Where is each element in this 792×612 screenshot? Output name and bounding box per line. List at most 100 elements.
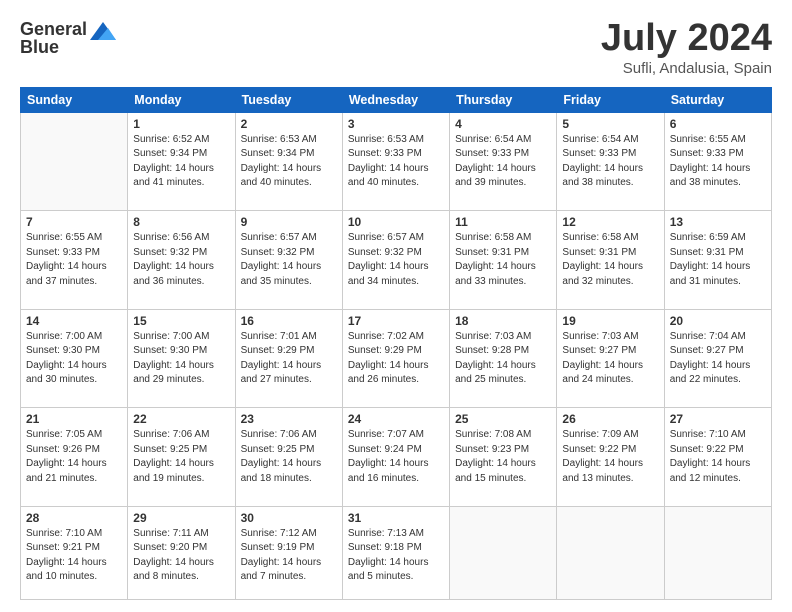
cell-content: Sunrise: 7:05 AM Sunset: 9:26 PM Dayligh…	[26, 428, 122, 486]
page: General Blue July 2024 Sufli, Andalusia,…	[0, 0, 792, 612]
calendar-cell: 5 Sunrise: 6:54 AM Sunset: 9:33 PM Daylig…	[557, 112, 664, 211]
calendar-cell: 25 Sunrise: 7:08 AM Sunset: 9:23 PM Dayli…	[450, 408, 557, 507]
day-number: 15	[133, 314, 229, 328]
calendar-cell: 4 Sunrise: 6:54 AM Sunset: 9:33 PM Daylig…	[450, 112, 557, 211]
cell-content: Sunrise: 7:09 AM Sunset: 9:22 PM Dayligh…	[562, 428, 658, 486]
cell-content: Sunrise: 7:01 AM Sunset: 9:29 PM Dayligh…	[241, 330, 337, 388]
calendar-cell: 13 Sunrise: 6:59 AM Sunset: 9:31 PM Dayli…	[664, 211, 771, 310]
calendar-cell	[557, 506, 664, 599]
calendar-cell	[450, 506, 557, 599]
day-number: 10	[348, 215, 444, 229]
calendar-cell: 28 Sunrise: 7:10 AM Sunset: 9:21 PM Dayli…	[21, 506, 128, 599]
cell-content: Sunrise: 6:53 AM Sunset: 9:33 PM Dayligh…	[348, 133, 444, 191]
day-number: 20	[670, 314, 766, 328]
cell-content: Sunrise: 7:00 AM Sunset: 9:30 PM Dayligh…	[133, 330, 229, 388]
cell-content: Sunrise: 7:10 AM Sunset: 9:21 PM Dayligh…	[26, 527, 122, 585]
calendar-table: Sunday Monday Tuesday Wednesday Thursday…	[20, 87, 772, 600]
calendar-cell: 1 Sunrise: 6:52 AM Sunset: 9:34 PM Daylig…	[128, 112, 235, 211]
cell-content: Sunrise: 6:58 AM Sunset: 9:31 PM Dayligh…	[455, 231, 551, 289]
day-number: 24	[348, 412, 444, 426]
calendar-week-row: 14 Sunrise: 7:00 AM Sunset: 9:30 PM Dayli…	[21, 309, 772, 408]
calendar-cell: 6 Sunrise: 6:55 AM Sunset: 9:33 PM Daylig…	[664, 112, 771, 211]
header-thursday: Thursday	[450, 87, 557, 112]
calendar-cell: 18Sunrise: 7:03 AM Sunset: 9:28 PM Dayli…	[450, 309, 557, 408]
header-sunday: Sunday	[21, 87, 128, 112]
cell-content: Sunrise: 7:04 AM Sunset: 9:27 PM Dayligh…	[670, 330, 766, 388]
logo-icon	[90, 20, 116, 42]
calendar-week-row: 28 Sunrise: 7:10 AM Sunset: 9:21 PM Dayli…	[21, 506, 772, 599]
calendar-cell: 9Sunrise: 6:57 AM Sunset: 9:32 PM Daylig…	[235, 211, 342, 310]
calendar-cell: 3 Sunrise: 6:53 AM Sunset: 9:33 PM Daylig…	[342, 112, 449, 211]
day-number: 6	[670, 117, 766, 131]
day-number: 17	[348, 314, 444, 328]
cell-content: Sunrise: 6:53 AM Sunset: 9:34 PM Dayligh…	[241, 133, 337, 191]
day-number: 28	[26, 511, 122, 525]
cell-content: Sunrise: 7:03 AM Sunset: 9:28 PM Dayligh…	[455, 330, 551, 388]
title-block: July 2024 Sufli, Andalusia, Spain	[601, 18, 772, 77]
calendar-cell: 27 Sunrise: 7:10 AM Sunset: 9:22 PM Dayli…	[664, 408, 771, 507]
calendar-week-row: 7 Sunrise: 6:55 AM Sunset: 9:33 PM Daylig…	[21, 211, 772, 310]
day-number: 11	[455, 215, 551, 229]
cell-content: Sunrise: 6:54 AM Sunset: 9:33 PM Dayligh…	[455, 133, 551, 191]
cell-content: Sunrise: 7:06 AM Sunset: 9:25 PM Dayligh…	[241, 428, 337, 486]
cell-content: Sunrise: 7:07 AM Sunset: 9:24 PM Dayligh…	[348, 428, 444, 486]
day-number: 19	[562, 314, 658, 328]
day-number: 2	[241, 117, 337, 131]
day-number: 13	[670, 215, 766, 229]
day-number: 4	[455, 117, 551, 131]
cell-content: Sunrise: 7:03 AM Sunset: 9:27 PM Dayligh…	[562, 330, 658, 388]
day-number: 27	[670, 412, 766, 426]
calendar-cell: 22Sunrise: 7:06 AM Sunset: 9:25 PM Dayli…	[128, 408, 235, 507]
day-number: 3	[348, 117, 444, 131]
calendar-cell	[664, 506, 771, 599]
day-number: 5	[562, 117, 658, 131]
calendar-week-row: 1 Sunrise: 6:52 AM Sunset: 9:34 PM Daylig…	[21, 112, 772, 211]
day-number: 30	[241, 511, 337, 525]
day-number: 25	[455, 412, 551, 426]
day-number: 21	[26, 412, 122, 426]
day-number: 16	[241, 314, 337, 328]
cell-content: Sunrise: 7:02 AM Sunset: 9:29 PM Dayligh…	[348, 330, 444, 388]
day-number: 7	[26, 215, 122, 229]
calendar-cell: 19 Sunrise: 7:03 AM Sunset: 9:27 PM Dayli…	[557, 309, 664, 408]
calendar-cell: 29 Sunrise: 7:11 AM Sunset: 9:20 PM Dayli…	[128, 506, 235, 599]
calendar-cell: 8Sunrise: 6:56 AM Sunset: 9:32 PM Daylig…	[128, 211, 235, 310]
cell-content: Sunrise: 7:08 AM Sunset: 9:23 PM Dayligh…	[455, 428, 551, 486]
cell-content: Sunrise: 6:59 AM Sunset: 9:31 PM Dayligh…	[670, 231, 766, 289]
day-number: 29	[133, 511, 229, 525]
calendar-cell: 16 Sunrise: 7:01 AM Sunset: 9:29 PM Dayli…	[235, 309, 342, 408]
cell-content: Sunrise: 6:52 AM Sunset: 9:34 PM Dayligh…	[133, 133, 229, 191]
day-number: 1	[133, 117, 229, 131]
calendar-cell: 12Sunrise: 6:58 AM Sunset: 9:31 PM Dayli…	[557, 211, 664, 310]
calendar-cell: 14 Sunrise: 7:00 AM Sunset: 9:30 PM Dayli…	[21, 309, 128, 408]
cell-content: Sunrise: 6:56 AM Sunset: 9:32 PM Dayligh…	[133, 231, 229, 289]
cell-content: Sunrise: 7:12 AM Sunset: 9:19 PM Dayligh…	[241, 527, 337, 585]
day-number: 12	[562, 215, 658, 229]
header-monday: Monday	[128, 87, 235, 112]
location: Sufli, Andalusia, Spain	[601, 60, 772, 77]
cell-content: Sunrise: 7:13 AM Sunset: 9:18 PM Dayligh…	[348, 527, 444, 585]
cell-content: Sunrise: 7:11 AM Sunset: 9:20 PM Dayligh…	[133, 527, 229, 585]
day-number: 14	[26, 314, 122, 328]
day-number: 26	[562, 412, 658, 426]
cell-content: Sunrise: 7:00 AM Sunset: 9:30 PM Dayligh…	[26, 330, 122, 388]
calendar-cell: 10Sunrise: 6:57 AM Sunset: 9:32 PM Dayli…	[342, 211, 449, 310]
cell-content: Sunrise: 6:54 AM Sunset: 9:33 PM Dayligh…	[562, 133, 658, 191]
calendar-cell: 2 Sunrise: 6:53 AM Sunset: 9:34 PM Daylig…	[235, 112, 342, 211]
calendar-cell: 17 Sunrise: 7:02 AM Sunset: 9:29 PM Dayli…	[342, 309, 449, 408]
calendar-cell: 31Sunrise: 7:13 AM Sunset: 9:18 PM Dayli…	[342, 506, 449, 599]
calendar-cell: 20 Sunrise: 7:04 AM Sunset: 9:27 PM Dayli…	[664, 309, 771, 408]
calendar-cell: 30 Sunrise: 7:12 AM Sunset: 9:19 PM Dayli…	[235, 506, 342, 599]
weekday-header-row: Sunday Monday Tuesday Wednesday Thursday…	[21, 87, 772, 112]
calendar-cell: 21 Sunrise: 7:05 AM Sunset: 9:26 PM Dayli…	[21, 408, 128, 507]
header-tuesday: Tuesday	[235, 87, 342, 112]
cell-content: Sunrise: 6:55 AM Sunset: 9:33 PM Dayligh…	[26, 231, 122, 289]
cell-content: Sunrise: 6:57 AM Sunset: 9:32 PM Dayligh…	[241, 231, 337, 289]
header-saturday: Saturday	[664, 87, 771, 112]
cell-content: Sunrise: 7:10 AM Sunset: 9:22 PM Dayligh…	[670, 428, 766, 486]
logo: General Blue	[20, 18, 116, 58]
cell-content: Sunrise: 6:55 AM Sunset: 9:33 PM Dayligh…	[670, 133, 766, 191]
month-title: July 2024	[601, 18, 772, 60]
calendar-cell: 15 Sunrise: 7:00 AM Sunset: 9:30 PM Dayli…	[128, 309, 235, 408]
day-number: 23	[241, 412, 337, 426]
